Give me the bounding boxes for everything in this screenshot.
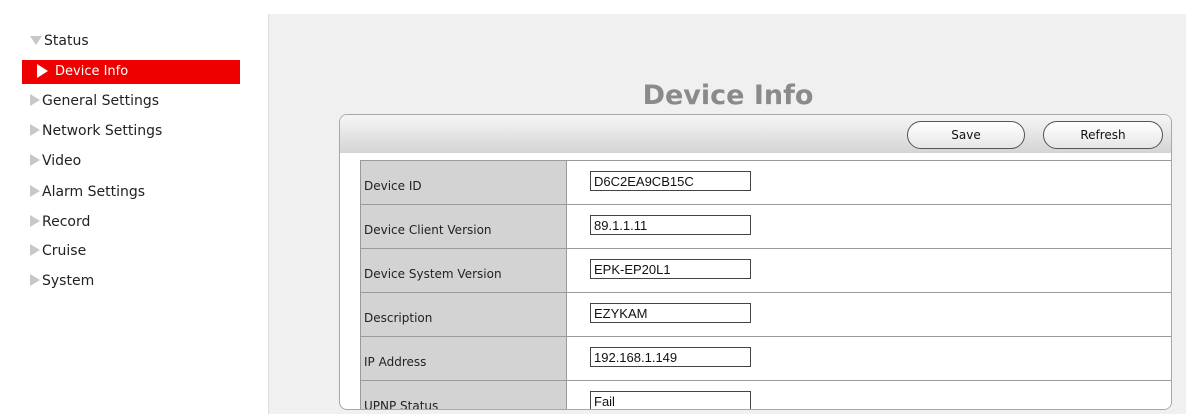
save-button[interactable]: Save — [907, 121, 1025, 149]
nav-item-system[interactable]: System — [30, 270, 94, 292]
table-row: IP Address 192.168.1.149 — [360, 336, 1171, 381]
device-info-table: Device ID D6C2EA9CB15C Device Client Ver… — [360, 160, 1171, 409]
refresh-button[interactable]: Refresh — [1043, 121, 1163, 149]
nav-label-device-info: Device Info — [55, 64, 129, 79]
row-label: Device System Version — [360, 248, 567, 293]
nav-label: General Settings — [42, 93, 160, 109]
table-row: Device Client Version 89.1.1.11 — [360, 204, 1171, 249]
table-row: UPNP Status Fail — [360, 380, 1171, 409]
nav-item-general-settings[interactable]: General Settings — [30, 90, 159, 112]
caret-right-icon — [30, 154, 40, 166]
nav-item-record[interactable]: Record — [30, 211, 90, 233]
nav-item-video[interactable]: Video — [30, 150, 81, 172]
sidebar: Status Device Info General Settings Netw… — [0, 0, 262, 414]
row-label: IP Address — [360, 336, 567, 381]
nav-label-status: Status — [44, 33, 89, 49]
nav-item-alarm-settings[interactable]: Alarm Settings — [30, 181, 145, 203]
device-id-field[interactable]: D6C2EA9CB15C — [590, 170, 751, 191]
nav-label: Record — [42, 214, 91, 230]
caret-right-icon — [37, 63, 48, 78]
row-label: UPNP Status — [360, 380, 567, 409]
panel-toolbar: Save Refresh — [340, 115, 1171, 153]
nav-item-cruise[interactable]: Cruise — [30, 240, 86, 262]
nav-group-status[interactable]: Status — [30, 30, 89, 52]
nav-label: Alarm Settings — [42, 184, 146, 200]
table-row: Description EZYKAM — [360, 292, 1171, 337]
caret-right-icon — [30, 124, 40, 136]
caret-down-icon — [30, 35, 42, 45]
table-row: Device System Version EPK-EP20L1 — [360, 248, 1171, 293]
nav-label: Network Settings — [42, 123, 163, 139]
nav-item-network-settings[interactable]: Network Settings — [30, 120, 162, 142]
nav-label: Video — [42, 153, 82, 169]
row-label: Description — [360, 292, 567, 337]
nav-label: System — [42, 273, 95, 289]
caret-right-icon — [30, 244, 40, 256]
caret-right-icon — [30, 94, 40, 106]
row-label: Device Client Version — [360, 204, 567, 249]
ip-address-field[interactable]: 192.168.1.149 — [590, 346, 751, 367]
nav-item-device-info[interactable]: Device Info — [22, 60, 240, 84]
description-field[interactable]: EZYKAM — [590, 302, 751, 323]
client-version-field[interactable]: 89.1.1.11 — [590, 214, 751, 235]
nav-label: Cruise — [42, 243, 87, 259]
device-info-panel: Save Refresh Device ID D6C2EA9CB15C Devi… — [339, 114, 1172, 410]
table-row: Device ID D6C2EA9CB15C — [360, 160, 1171, 205]
content-area: Device Info Save Refresh Device ID D6C2E… — [268, 14, 1186, 414]
upnp-status-field[interactable]: Fail — [590, 390, 751, 409]
caret-right-icon — [30, 215, 40, 227]
caret-right-icon — [30, 185, 40, 197]
row-label: Device ID — [360, 160, 567, 205]
system-version-field[interactable]: EPK-EP20L1 — [590, 258, 751, 279]
page-title: Device Info — [642, 80, 814, 111]
caret-right-icon — [30, 274, 40, 286]
